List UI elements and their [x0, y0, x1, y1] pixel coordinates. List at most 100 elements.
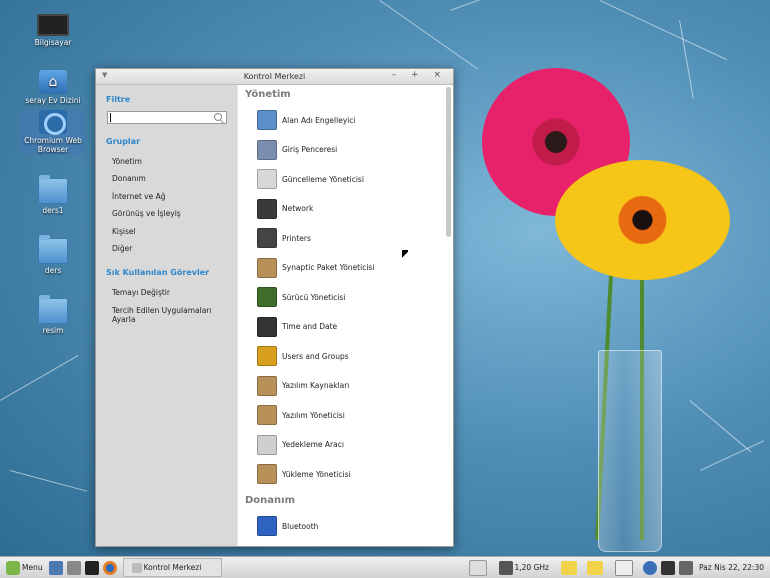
terminal-icon[interactable]	[84, 560, 99, 575]
folder-icon	[38, 295, 68, 324]
settings-item[interactable]: Users and Groups	[257, 346, 349, 366]
desktop-icon-home[interactable]: ⌂ seray Ev Dizini	[20, 70, 86, 105]
printer-icon	[257, 228, 277, 248]
taskbar-task-control-center[interactable]: Kontrol Merkezi	[122, 558, 222, 577]
mint-logo-icon	[6, 560, 20, 575]
settings-item-label: Network	[282, 204, 314, 213]
upload-manager-icon	[257, 464, 277, 484]
settings-item[interactable]: Printers	[257, 228, 311, 248]
settings-item[interactable]: Yedekleme Aracı	[257, 434, 344, 455]
task-preferred-apps[interactable]: Tercih Edilen Uygulamaları Ayarla	[112, 306, 237, 324]
menu-label: Menu	[22, 563, 43, 572]
home-folder-icon: ⌂	[39, 70, 67, 94]
settings-item[interactable]: Alan Adı Engelleyici	[257, 110, 356, 130]
settings-item-label: Bluetooth	[282, 521, 319, 531]
system-tray: 1,20 GHz Paz Nis 22, 22:30	[467, 557, 770, 578]
update-shield-icon	[257, 169, 277, 189]
notes-tray-icon[interactable]	[586, 560, 603, 575]
desktop-icon-label: ders1	[42, 206, 64, 215]
bluetooth-icon	[257, 516, 277, 536]
text-cursor	[110, 113, 111, 122]
computer-icon	[37, 14, 69, 36]
wireless-tray-icon[interactable]	[660, 560, 675, 575]
settings-item-label: Printers	[282, 233, 311, 243]
groups-heading: Gruplar	[106, 137, 141, 146]
group-item-diger[interactable]: Diğer	[112, 244, 132, 253]
settings-item[interactable]: Bluetooth	[257, 516, 318, 536]
window-titlebar[interactable]: ▼ Kontrol Merkezi – + ×	[96, 69, 453, 85]
control-center-window: ▼ Kontrol Merkezi – + × Filtre Gruplar Y…	[95, 68, 454, 547]
network-tray-icon[interactable]	[614, 559, 633, 576]
search-icon[interactable]	[214, 113, 222, 121]
glass-vase	[598, 350, 662, 552]
settings-item-label: Yazılım Yöneticisi	[282, 410, 345, 420]
group-item-donanim[interactable]: Donanım	[112, 174, 146, 183]
settings-item[interactable]: Yazılım Yöneticisi	[257, 405, 345, 425]
settings-item-label: Sürücü Yöneticisi	[282, 292, 346, 302]
scrollbar[interactable]	[446, 87, 451, 237]
clock[interactable]: Paz Nis 22, 22:30	[699, 563, 764, 572]
chromium-icon	[39, 110, 67, 135]
show-desktop-icon[interactable]	[48, 560, 63, 575]
desktop-icon-label: Bilgisayar	[34, 38, 72, 47]
menu-button[interactable]: Menu	[0, 559, 47, 576]
settings-item-label: Güncelleme Yöneticisi	[282, 174, 364, 184]
settings-item-label: Yükleme Yöneticisi	[282, 469, 351, 479]
desktop-icon-computer[interactable]: Bilgisayar	[20, 14, 86, 47]
clock-icon	[257, 316, 277, 337]
section-heading-yonetim: Yönetim	[245, 89, 291, 100]
desktop-icon-folder-ders1[interactable]: ders1	[20, 175, 86, 215]
window-list-icon[interactable]	[66, 560, 81, 575]
filter-field[interactable]	[107, 111, 227, 124]
settings-item[interactable]: Sürücü Yöneticisi	[257, 287, 345, 307]
settings-item-label: Yazılım Kaynakları	[282, 381, 350, 390]
software-sources-icon	[257, 375, 277, 396]
domain-blocker-icon	[257, 110, 277, 130]
window-controls[interactable]: – + ×	[392, 70, 447, 80]
settings-item[interactable]: Yükleme Yöneticisi	[257, 464, 351, 484]
backup-icon	[257, 434, 277, 455]
login-window-icon	[257, 139, 277, 160]
control-center-icon	[131, 562, 142, 573]
settings-item[interactable]: Güncelleme Yöneticisi	[257, 169, 364, 189]
folder-icon	[38, 235, 68, 264]
network-icon	[257, 198, 277, 219]
sidebar: Filtre Gruplar Yönetim Donanım İnternet …	[96, 85, 237, 546]
desktop-icon-label: ders	[44, 266, 62, 275]
group-item-kisisel[interactable]: Kişisel	[112, 227, 136, 236]
section-heading-donanim: Donanım	[245, 495, 296, 506]
tasks-heading: Sık Kullanılan Görevler	[106, 268, 210, 277]
firefox-icon[interactable]	[102, 560, 117, 575]
desktop-icon-folder-ders[interactable]: ders	[20, 235, 86, 275]
taskbar: Menu Kontrol Merkezi 1,20 GHz Paz Nis 22…	[0, 556, 770, 578]
desktop-icon-label: resim	[42, 326, 64, 335]
volume-icon[interactable]	[678, 560, 693, 575]
desktop-icon-label: Chromium Web Browser	[24, 136, 82, 154]
settings-item-label: Giriş Penceresi	[282, 145, 338, 154]
settings-item-label: Users and Groups	[282, 351, 349, 361]
folder-tray-icon[interactable]	[560, 560, 577, 575]
settings-item[interactable]: Giriş Penceresi	[257, 139, 338, 160]
settings-item[interactable]: Time and Date	[257, 316, 338, 337]
settings-item-label: Time and Date	[282, 322, 338, 331]
group-item-gorunus[interactable]: Görünüş ve İşleyiş	[112, 209, 181, 218]
filter-input[interactable]	[108, 112, 210, 123]
group-item-yonetim[interactable]: Yönetim	[112, 157, 142, 166]
desktop-icon-chromium[interactable]: Chromium Web Browser	[20, 110, 86, 154]
settings-item-label: Synaptic Paket Yöneticisi	[282, 263, 375, 272]
settings-item-label: Yedekleme Aracı	[282, 440, 344, 449]
package-icon	[257, 257, 277, 278]
desktop-icon-folder-resim[interactable]: resim	[20, 295, 86, 335]
screenshot-icon[interactable]	[468, 559, 487, 576]
group-item-internet[interactable]: İnternet ve Ağ	[112, 192, 166, 201]
settings-item[interactable]: Network	[257, 198, 314, 219]
cpu-icon	[498, 560, 513, 575]
filter-heading: Filtre	[106, 95, 131, 104]
mouse-pointer	[402, 250, 408, 260]
settings-item[interactable]: Yazılım Kaynakları	[257, 375, 350, 396]
update-shield-tray-icon[interactable]	[642, 560, 657, 575]
folder-icon	[38, 175, 68, 204]
software-manager-icon	[257, 405, 277, 425]
settings-item[interactable]: Synaptic Paket Yöneticisi	[257, 257, 375, 278]
task-change-theme[interactable]: Temayı Değiştir	[112, 288, 170, 297]
